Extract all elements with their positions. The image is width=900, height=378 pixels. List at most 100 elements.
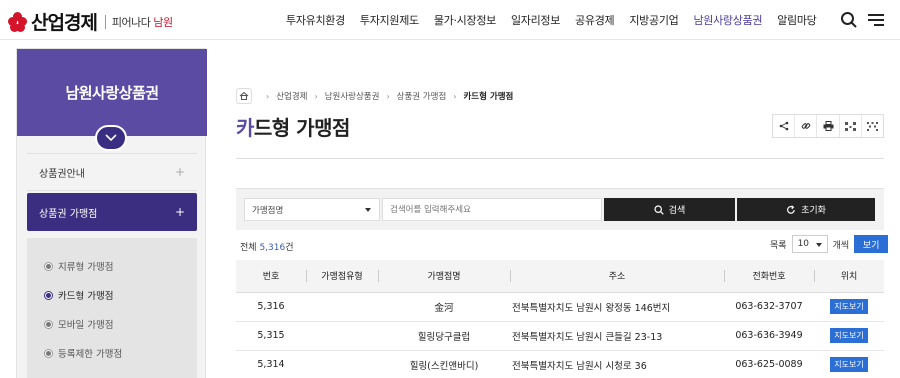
cell-type [306, 321, 378, 350]
sidebar-item-label: 상품권 가맹점 [39, 208, 98, 220]
search-icon[interactable] [839, 10, 859, 30]
cell-number: 5,314 [257, 359, 285, 370]
chevron-right-icon: › [453, 91, 457, 101]
cell-number: 5,315 [257, 330, 285, 341]
breadcrumb-item[interactable]: 산업경제 [276, 90, 307, 102]
cell-store-name: 힐링(스킨앤바디) [409, 360, 479, 372]
sidebar-toggle-button[interactable] [95, 125, 127, 151]
view-button[interactable]: 보기 [854, 235, 889, 253]
rows-label: 목록 [770, 240, 787, 251]
total-label: 전체 [240, 243, 257, 253]
cell-phone: 063-636-3949 [735, 330, 803, 341]
nav-item-sharing-economy[interactable]: 공유경제 [575, 12, 615, 28]
sidebar-submenu: 지류형 가맹점 카드형 가맹점 모바일 가맹점 등록제한 가맹점 [27, 238, 197, 378]
plus-icon: + [174, 205, 185, 219]
logo-flower-icon [8, 11, 28, 32]
breadcrumb-item[interactable]: 남원사랑상품권 [325, 90, 380, 102]
qr-icon[interactable] [840, 115, 862, 137]
table-row: 5,314 힐링(스킨앤바디) 전북특별자치도 남원시 시청로 36 063-6… [236, 350, 884, 378]
link-icon[interactable] [795, 115, 818, 137]
nav-item-public-enterprise[interactable]: 지방공기업 [629, 12, 678, 28]
caret-down-icon [815, 243, 822, 247]
site-logo[interactable]: 산업경제 피어나다 남원 [8, 8, 173, 35]
cell-phone: 063-632-3707 [735, 301, 803, 312]
cell-store-name: 힐링당구클럽 [417, 331, 471, 343]
scan-icon[interactable] [862, 115, 883, 137]
chevron-right-icon: › [386, 91, 390, 101]
chevron-right-icon: › [266, 91, 270, 101]
logo-text: 산업경제 [31, 12, 98, 34]
plus-icon: + [174, 165, 185, 179]
search-type-value: 가맹점명 [252, 205, 284, 216]
column-header: 가맹점명 [378, 260, 510, 293]
table-row: 5,315 힐링당구클럽 전북특별자치도 남원시 큰들길 23-13 063-6… [236, 321, 884, 350]
search-icon [654, 204, 664, 215]
bullet-icon [45, 262, 52, 270]
total-number: 5,316 [259, 243, 286, 253]
table-row: 5,316 金河 전북특별자치도 남원시 왕정동 146번지 063-632-3… [236, 292, 884, 321]
search-input[interactable] [382, 198, 602, 221]
search-type-select[interactable]: 가맹점명 [244, 198, 380, 221]
submenu-item-paper[interactable]: 지류형 가맹점 [45, 259, 113, 273]
total-unit: 건 [285, 243, 294, 253]
submenu-item-restricted[interactable]: 등록제한 가맹점 [45, 346, 122, 360]
rows-unit: 개씩 [832, 240, 850, 251]
submenu-item-card[interactable]: 카드형 가맹점 [45, 288, 113, 302]
submenu-label: 모바일 가맹점 [58, 320, 114, 331]
share-toolbar [772, 114, 884, 138]
cell-type [306, 292, 378, 321]
breadcrumb: › 산업경제 › 남원사랑상품권 › 상품권 가맹점 › 카드형 가맹점 [236, 88, 513, 104]
cell-type [306, 350, 378, 378]
cell-address: 전북특별자치도 남원시 큰들길 23-13 [512, 331, 663, 343]
share-icon[interactable] [773, 115, 796, 137]
slogan-city: 남원 [153, 15, 173, 29]
search-button[interactable]: 검색 [604, 198, 735, 221]
cell-phone: 063-625-0089 [735, 359, 803, 370]
cell-location: 지도보기 [814, 292, 884, 321]
reset-button[interactable]: 초기화 [737, 198, 875, 221]
print-icon[interactable] [817, 115, 840, 137]
nav-item-investment-support[interactable]: 투자지원제도 [360, 12, 419, 28]
breadcrumb-current: 카드형 가맹점 [463, 92, 514, 102]
bullet-icon [45, 349, 52, 357]
submenu-label: 카드형 가맹점 [58, 291, 114, 302]
sidebar-item-gift-stores[interactable]: 상품권 가맹점 + [27, 193, 197, 231]
reset-button-label: 초기화 [801, 206, 826, 216]
home-icon[interactable] [236, 88, 252, 104]
nav-item-notice[interactable]: 알림마당 [777, 12, 817, 28]
sidebar-header: 남원사랑상품권 [17, 49, 207, 136]
menu-icon[interactable] [866, 10, 886, 30]
page-title-text: 드형 가맹점 [253, 116, 350, 140]
submenu-item-mobile[interactable]: 모바일 가맹점 [45, 317, 113, 331]
nav-item-gift-certificate[interactable]: 남원사랑상품권 [693, 12, 762, 28]
bullet-icon [45, 291, 52, 299]
map-view-button[interactable]: 지도보기 [830, 299, 868, 314]
column-header: 가맹점유형 [306, 260, 378, 293]
table-header-row: 번호 가맹점유형 가맹점명 주소 전화번호 위치 [236, 260, 884, 293]
nav-item-price-market[interactable]: 물가·시장정보 [434, 12, 496, 28]
title-divider [236, 158, 884, 159]
breadcrumb-item[interactable]: 상품권 가맹점 [397, 90, 447, 102]
logo-divider [104, 14, 106, 29]
rows-per-page-select[interactable]: 10 [791, 235, 828, 253]
store-table: 번호 가맹점유형 가맹점명 주소 전화번호 위치 5,316 金河 전북특별자치… [236, 260, 884, 378]
page-title: 카드형 가맹점 [236, 112, 350, 141]
main-nav: 투자유치환경 투자지원제도 물가·시장정보 일자리정보 공유경제 지방공기업 남… [286, 0, 832, 40]
column-header: 번호 [236, 260, 306, 293]
search-panel: 가맹점명 검색 초기화 [236, 188, 884, 230]
map-view-button[interactable]: 지도보기 [830, 328, 868, 343]
refresh-icon [787, 204, 795, 214]
total-count: 전체 5,316건 [240, 240, 293, 253]
sidebar-title: 남원사랑상품권 [65, 84, 159, 102]
site-header: 산업경제 피어나다 남원 투자유치환경 투자지원제도 물가·시장정보 일자리정보… [0, 0, 900, 40]
map-view-button[interactable]: 지도보기 [830, 357, 868, 372]
sidebar-item-gift-info[interactable]: 상품권안내 + [27, 153, 197, 191]
cell-address: 전북특별자치도 남원시 시청로 36 [512, 360, 647, 372]
nav-item-investment-environment[interactable]: 투자유치환경 [286, 12, 345, 28]
nav-item-jobs[interactable]: 일자리정보 [511, 12, 560, 28]
bullet-icon [45, 320, 52, 328]
logo-slogan: 피어나다 남원 [112, 14, 173, 30]
slogan-prefix: 피어나다 [111, 15, 151, 29]
list-controls: 목록 10 개씩 보기 [770, 235, 889, 253]
chevron-down-icon [105, 134, 117, 142]
